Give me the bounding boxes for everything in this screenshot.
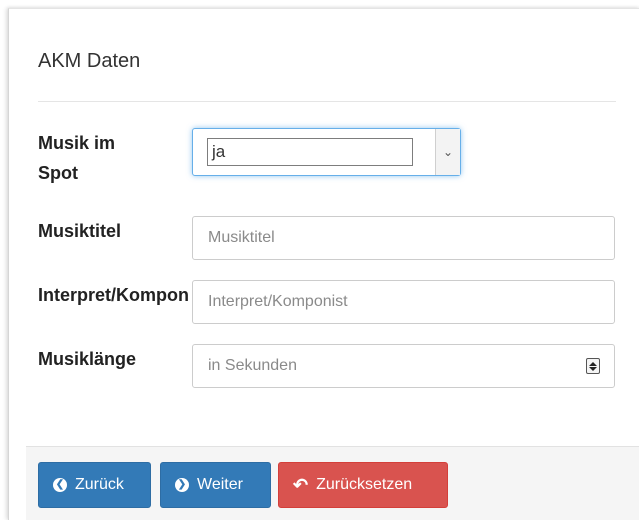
- music-title-label: Musiktitel: [38, 221, 122, 241]
- artist-composer-label: Interpret/Komponist: [38, 285, 188, 305]
- music-title-placeholder: Musiktitel: [208, 229, 275, 246]
- arrow-circle-left-icon: ❮: [53, 478, 67, 492]
- undo-icon: ↶: [293, 475, 309, 495]
- next-button-label: Weiter: [197, 476, 243, 493]
- form-panel: [8, 8, 639, 520]
- divider: [38, 101, 616, 102]
- artist-composer-input[interactable]: Interpret/Komponist: [192, 280, 615, 324]
- reset-button-label: Zurücksetzen: [316, 476, 413, 493]
- music-length-label: Musiklänge: [38, 349, 137, 369]
- artist-composer-placeholder: Interpret/Komponist: [208, 293, 348, 310]
- music-in-spot-value[interactable]: ja: [207, 138, 413, 166]
- music-title-input[interactable]: Musiktitel: [192, 216, 615, 260]
- arrow-circle-right-icon: ❯: [175, 478, 189, 492]
- number-spinner-icon[interactable]: [586, 358, 600, 374]
- music-in-spot-label: Musik im Spot: [38, 133, 116, 183]
- back-button-label: Zurück: [75, 476, 124, 493]
- page-title: AKM Daten: [38, 50, 141, 72]
- next-button[interactable]: ❯ Weiter: [160, 462, 271, 508]
- music-length-input[interactable]: in Sekunden: [192, 344, 615, 388]
- reset-button[interactable]: ↶ Zurücksetzen: [278, 462, 448, 508]
- music-length-placeholder: in Sekunden: [208, 357, 297, 374]
- music-in-spot-select[interactable]: ja ⌄: [192, 128, 461, 176]
- chevron-down-icon[interactable]: ⌄: [435, 129, 460, 175]
- back-button[interactable]: ❮ Zurück: [38, 462, 151, 508]
